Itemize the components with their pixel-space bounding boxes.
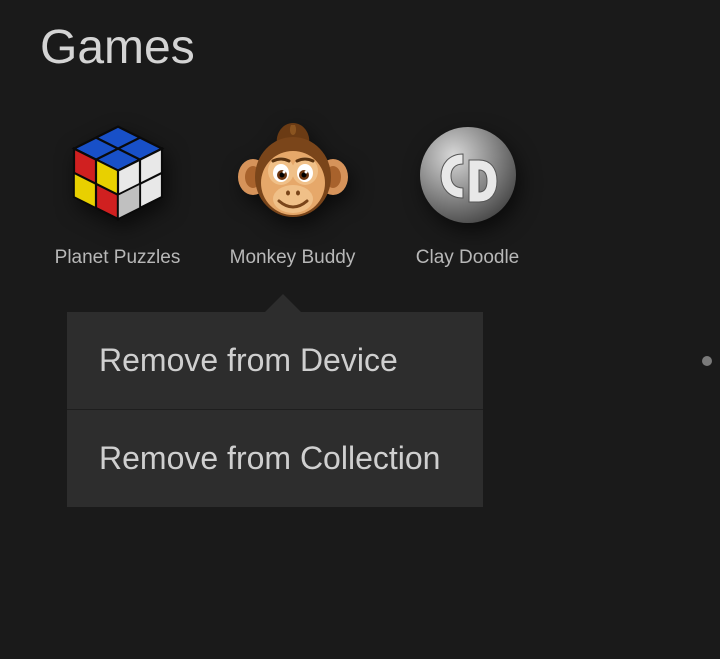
menu-item-remove-collection[interactable]: Remove from Collection bbox=[67, 409, 483, 507]
game-label: Monkey Buddy bbox=[230, 247, 356, 269]
game-item-planet-puzzles[interactable]: Planet Puzzles bbox=[40, 115, 195, 269]
context-menu: Remove from Device Remove from Collectio… bbox=[67, 312, 483, 507]
game-label: Clay Doodle bbox=[416, 247, 520, 269]
game-label: Planet Puzzles bbox=[55, 247, 181, 269]
game-item-clay-doodle[interactable]: Clay Doodle bbox=[390, 115, 545, 269]
clay-doodle-icon bbox=[408, 115, 528, 235]
menu-item-remove-device[interactable]: Remove from Device bbox=[67, 312, 483, 409]
page-title: Games bbox=[0, 0, 720, 75]
monkey-icon bbox=[233, 115, 353, 235]
games-row: Planet Puzzles bbox=[0, 75, 720, 269]
page-indicator-dot[interactable] bbox=[702, 356, 712, 366]
game-item-monkey-buddy[interactable]: Monkey Buddy bbox=[215, 115, 370, 269]
cube-icon bbox=[58, 115, 178, 235]
